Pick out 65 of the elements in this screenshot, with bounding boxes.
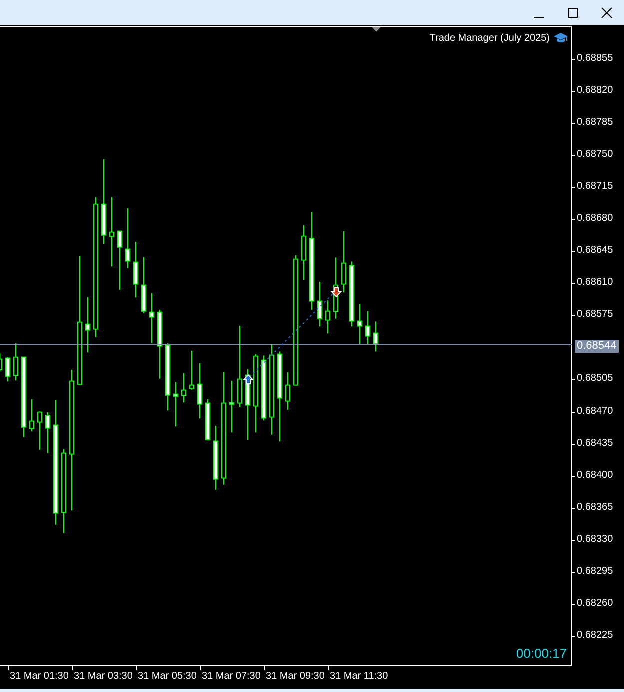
candle: [261, 355, 266, 422]
price-label: 0.68225: [572, 630, 624, 662]
time-label: 31 Mar 09:30: [264, 666, 328, 689]
time-label: 31 Mar 05:30: [136, 666, 200, 689]
candle: [341, 230, 346, 294]
minimize-icon: [534, 17, 544, 18]
price-label: 0.68295: [572, 566, 624, 598]
price-label: 0.68330: [572, 534, 624, 566]
candle: [173, 382, 178, 428]
price-label: 0.68365: [572, 502, 624, 534]
candle: [285, 372, 290, 410]
candle: [197, 362, 202, 420]
price-label: 0.68820: [572, 85, 624, 118]
candle: [181, 372, 186, 404]
candle: [30, 398, 34, 432]
candle: [46, 412, 50, 454]
price-label: 0.68400: [572, 470, 624, 502]
price-label: 0.68715: [572, 181, 624, 214]
maximize-icon: [567, 6, 579, 18]
price-label: 0.68680: [572, 213, 624, 246]
candle: [165, 342, 170, 412]
countdown-timer: 00:00:17: [516, 646, 567, 661]
time-label: 31 Mar 01:30: [8, 666, 72, 689]
candle: [229, 380, 234, 434]
candle: [213, 425, 218, 490]
price-label: 0.68260: [572, 598, 624, 630]
price-label: 0.68435: [572, 438, 624, 470]
candle: [110, 196, 114, 268]
candle: [357, 303, 362, 345]
candle: [189, 350, 194, 390]
price-label: 0.68785: [572, 117, 624, 150]
price-label: 0.68645: [572, 245, 624, 278]
current-price-label: 0.68544: [575, 340, 619, 354]
candle: [14, 342, 18, 382]
graduation-cap-icon: [554, 33, 568, 44]
candle: [317, 281, 322, 328]
candle: [118, 230, 122, 290]
time-label: 31 Mar 03:30: [72, 666, 136, 689]
candle: [373, 321, 378, 352]
candle: [38, 411, 42, 450]
triangle-marker-icon: [372, 27, 381, 32]
time-label: 31 Mar 07:30: [200, 666, 264, 689]
close-icon: [601, 6, 613, 18]
time-label: 31 Mar 11:30: [328, 666, 392, 689]
candle: [86, 296, 90, 354]
sell-arrow-icon: [330, 288, 342, 298]
candle: [349, 261, 354, 328]
price-label: 0.68470: [572, 406, 624, 438]
candle: [141, 256, 146, 314]
indicator-label: Trade Manager (July 2025): [430, 33, 550, 44]
candle: [149, 292, 154, 344]
price-label: 0.68575: [572, 309, 624, 342]
candle: [125, 208, 130, 269]
price-label: 0.68855: [572, 53, 624, 86]
candle: [325, 300, 330, 334]
candle: [205, 398, 210, 442]
candle: [133, 242, 138, 298]
candle: [365, 310, 370, 345]
price-label: 0.68505: [572, 373, 624, 406]
candle: [6, 356, 10, 382]
candle: [301, 224, 306, 280]
buy-arrow-icon: [242, 374, 254, 384]
candle: [157, 309, 162, 380]
price-label: 0.68750: [572, 149, 624, 182]
price-label: 0.68610: [572, 277, 624, 310]
